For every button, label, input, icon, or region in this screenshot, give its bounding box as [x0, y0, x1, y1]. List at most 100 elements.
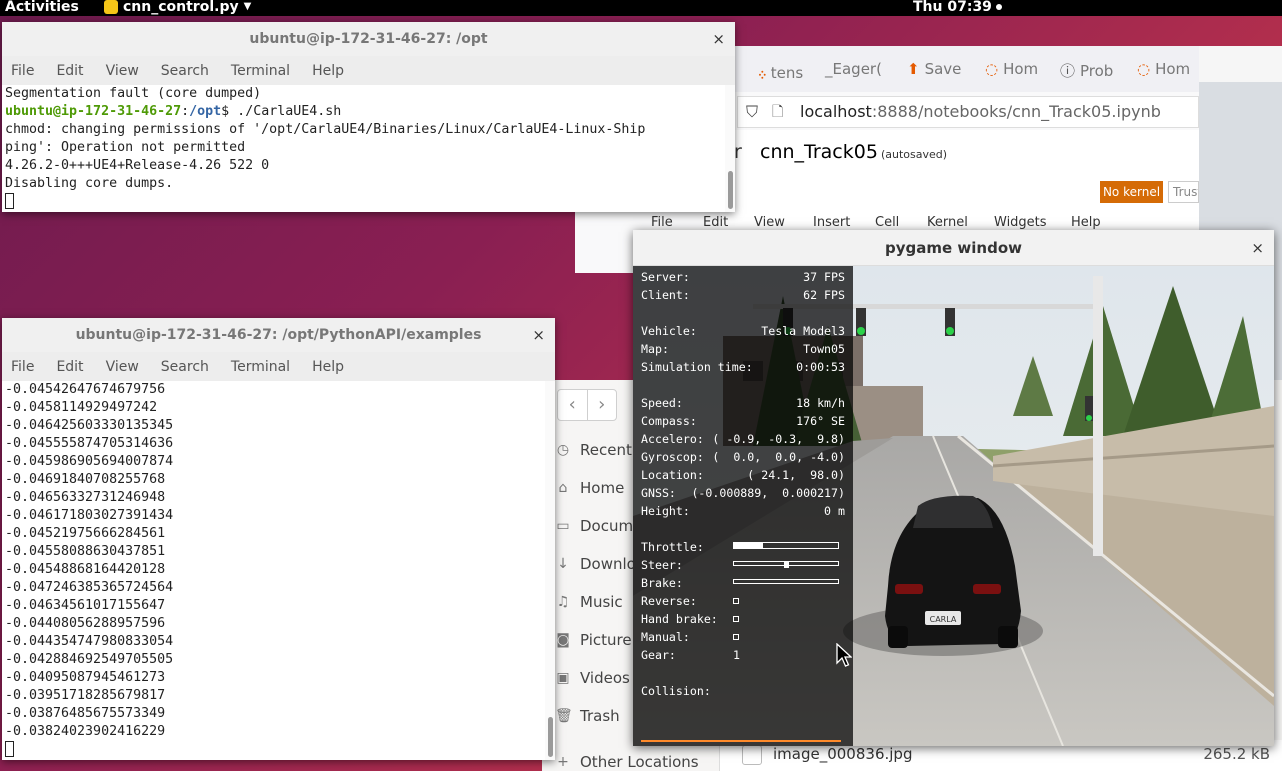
hud-value: ( -0.9, -0.3, 9.8)	[712, 432, 845, 446]
clock-icon: ◷	[556, 442, 570, 458]
url-path: :8888/notebooks/cnn_Track05.ipynb	[871, 102, 1161, 121]
browser-tab[interactable]: ᠅ tens	[755, 60, 803, 86]
sidebar-item-recent[interactable]: ◷ Recent	[555, 441, 632, 459]
browser-tab[interactable]: ⓘ Prob	[1060, 60, 1113, 81]
license-plate: CARLA	[930, 615, 957, 624]
menu-help[interactable]: Help	[312, 352, 344, 381]
document-icon: ▭	[556, 518, 570, 534]
nb-menu-kernel[interactable]: Kernel	[927, 215, 968, 230]
hud-value: ( 24.1, 98.0)	[747, 468, 845, 482]
output-line: -0.03876485675573349	[5, 706, 166, 721]
terminal-output[interactable]: Segmentation fault (core dumped) ubuntu@i…	[2, 85, 725, 212]
sidebar-item-pictures[interactable]: ◙ Picture	[555, 631, 631, 649]
hud-value: ( 0.0, 0.0, -4.0)	[712, 450, 845, 464]
hud-label: Gear:	[641, 648, 676, 662]
mouse-pointer-icon	[836, 643, 852, 667]
output-line: -0.046171803027391434	[5, 508, 174, 523]
close-icon[interactable]: ×	[532, 318, 545, 352]
hud-compass: Compass: 176° SE	[641, 412, 845, 430]
url-host: localhost	[800, 102, 872, 121]
menu-terminal[interactable]: Terminal	[231, 352, 290, 381]
tab-label: Save	[924, 60, 962, 78]
terminal-window-opt[interactable]: ubuntu@ip-172-31-46-27: /opt × File Edit…	[2, 22, 735, 212]
nb-menu-help[interactable]: Help	[1071, 215, 1101, 230]
no-kernel-badge[interactable]: No kernel	[1100, 181, 1163, 203]
output-line: ping': Operation not permitted	[5, 140, 246, 155]
throttle-bar	[733, 542, 839, 549]
hud-panel: Server: 37 FPS Client: 62 FPS Vehicle: Tesl…	[633, 266, 853, 746]
hud-throttle: Throttle:	[641, 538, 845, 556]
collision-graph	[641, 740, 841, 742]
sidebar-item-trash[interactable]: 🗑 Trash	[555, 707, 620, 725]
trust-button[interactable]: Trust	[1168, 181, 1199, 203]
sidebar-item-label: Music	[580, 593, 623, 611]
forward-button[interactable]: ›	[588, 390, 617, 420]
hud-value: (-0.000889, 0.000217)	[691, 486, 845, 500]
tensorflow-icon: ⬆	[907, 60, 920, 78]
scrollbar[interactable]	[725, 85, 735, 212]
terminal-menubar: File Edit View Search Terminal Help	[2, 56, 735, 86]
close-icon[interactable]: ×	[1251, 230, 1264, 266]
browser-tab[interactable]: ⬆ Save	[907, 60, 961, 78]
activities-button[interactable]: Activities	[5, 0, 79, 14]
terminal-cursor	[5, 741, 14, 757]
page-info-icon[interactable]: 🗋	[772, 97, 783, 127]
sidebar-item-documents[interactable]: ▭ Docume	[555, 517, 642, 535]
pygame-titlebar[interactable]: pygame window ×	[633, 230, 1274, 266]
scrollbar-thumb[interactable]	[728, 171, 733, 209]
terminal-titlebar[interactable]: ubuntu@ip-172-31-46-27: /opt/PythonAPI/e…	[2, 318, 555, 352]
menu-edit[interactable]: Edit	[56, 352, 83, 381]
menu-search[interactable]: Search	[161, 56, 209, 85]
menu-help[interactable]: Help	[312, 56, 344, 85]
menu-view[interactable]: View	[106, 352, 139, 381]
hud-value: 176° SE	[796, 414, 845, 428]
notification-dot-icon	[995, 4, 1002, 10]
app-menu[interactable]: cnn_control.py ▼	[104, 0, 251, 14]
back-button[interactable]: ‹	[558, 390, 588, 420]
clock[interactable]: Thu 07:39	[913, 0, 1002, 14]
output-line: -0.0458114929497242	[5, 400, 158, 415]
nb-menu-widgets[interactable]: Widgets	[994, 215, 1047, 230]
terminal-titlebar[interactable]: ubuntu@ip-172-31-46-27: /opt ×	[2, 22, 735, 56]
sidebar-item-label: Videos	[580, 669, 630, 687]
sidebar-item-videos[interactable]: ▣ Videos	[555, 669, 630, 687]
pygame-window[interactable]: pygame window × CARLA Server: 37 FPS Cli…	[633, 230, 1274, 746]
history-nav: ‹ ›	[557, 389, 617, 421]
nb-menu-insert[interactable]: Insert	[813, 215, 850, 230]
nb-menu-file[interactable]: File	[651, 215, 673, 230]
menu-file[interactable]: File	[11, 56, 34, 85]
close-icon[interactable]: ×	[712, 22, 725, 56]
browser-tab[interactable]: _Eager(	[825, 60, 882, 78]
file-checkbox[interactable]	[742, 745, 762, 765]
scrollbar[interactable]	[545, 381, 555, 760]
menu-search[interactable]: Search	[161, 352, 209, 381]
hud-value: 37 FPS	[803, 270, 845, 284]
hud-gear: Gear: 1	[641, 646, 845, 664]
hud-value: 18 km/h	[796, 396, 845, 410]
nb-menu-view[interactable]: View	[754, 215, 785, 230]
sidebar-item-other-locations[interactable]: + Other Locations	[555, 753, 699, 771]
url-bar[interactable]: ⛉ 🗋 localhost:8888/notebooks/cnn_Track05…	[737, 96, 1199, 128]
browser-tab[interactable]: ◌ Hom	[985, 60, 1038, 78]
terminal-output[interactable]: -0.04542647674679756 -0.0458114929497242 -…	[2, 381, 545, 760]
sidebar-item-downloads[interactable]: ↓ Downlo	[555, 555, 636, 573]
hud-brake: Brake:	[641, 574, 845, 592]
menu-view[interactable]: View	[106, 56, 139, 85]
menu-file[interactable]: File	[11, 352, 34, 381]
menu-terminal[interactable]: Terminal	[231, 56, 290, 85]
nb-menu-edit[interactable]: Edit	[703, 215, 728, 230]
browser-tab[interactable]: ◌ Hom	[1137, 60, 1190, 78]
window-title: pygame window	[885, 239, 1022, 257]
sidebar-item-home[interactable]: ⌂ Home	[555, 479, 625, 497]
menu-edit[interactable]: Edit	[56, 56, 83, 85]
notebook-title[interactable]: cnn_Track05 (autosaved)	[760, 141, 947, 163]
simulation-view[interactable]: CARLA Server: 37 FPS Client: 62 FPS Vehicl…	[633, 266, 1274, 746]
sidebar-item-music[interactable]: ♫ Music	[555, 593, 623, 611]
scrollbar-thumb[interactable]	[548, 717, 553, 757]
output-line: -0.04542647674679756	[5, 382, 166, 397]
terminal-window-examples[interactable]: ubuntu@ip-172-31-46-27: /opt/PythonAPI/e…	[2, 318, 555, 760]
hud-label: Accelero:	[641, 432, 704, 446]
hud-manual: Manual:	[641, 628, 845, 646]
hud-collision: Collision:	[641, 682, 845, 700]
nb-menu-cell[interactable]: Cell	[875, 215, 899, 230]
